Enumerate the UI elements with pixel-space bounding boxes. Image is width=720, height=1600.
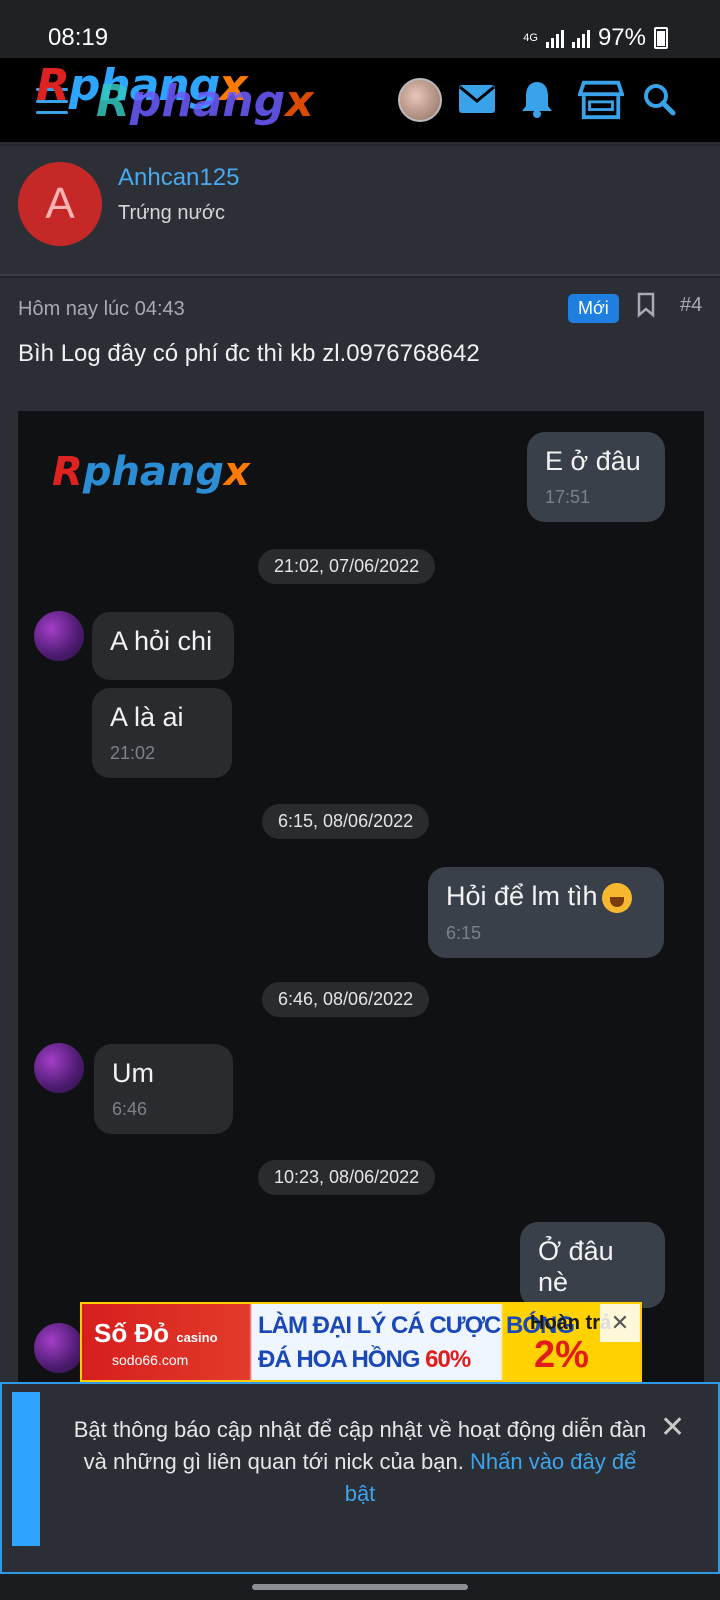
- mail-icon[interactable]: [454, 76, 500, 122]
- status-bar: 08:19 4G 97%: [0, 0, 720, 58]
- ad-close-button[interactable]: ✕: [600, 1304, 640, 1342]
- store-icon[interactable]: [578, 76, 624, 122]
- site-logo-shadow: Rphangx: [96, 76, 314, 127]
- author-name[interactable]: Anhcan125: [118, 164, 239, 192]
- chat-date-chip: 10:23, 08/06/2022: [258, 1160, 436, 1195]
- battery-percent: 97%: [597, 24, 646, 51]
- watermark-logo: Rphangx: [52, 449, 250, 495]
- user-avatar[interactable]: [398, 78, 442, 122]
- ad-site: sodo66.com: [112, 1352, 189, 1368]
- ad-right-label: Hoàn trả: [530, 1312, 612, 1334]
- notice-text: Bật thông báo cập nhật để cập nhật về ho…: [73, 1417, 647, 1506]
- ad-headline-2: ĐÁ HOA HỒNG 60%: [258, 1346, 471, 1373]
- chat-date-chip: 6:46, 08/06/2022: [262, 982, 430, 1017]
- chat-date-chip: 21:02, 07/06/2022: [258, 549, 436, 584]
- network-type: 4G: [523, 32, 538, 44]
- contact-avatar: [34, 611, 84, 661]
- chat-date-chip: 6:15, 08/06/2022: [262, 804, 430, 839]
- chat-bubble-in: Um 6:46: [94, 1044, 233, 1134]
- signal-icon-2: [571, 28, 590, 48]
- chat-bubble-in: A là ai 21:02: [92, 688, 232, 778]
- chat-bubble-out: E ở đâu 17:51: [527, 432, 665, 522]
- post-number[interactable]: #4: [680, 294, 702, 317]
- post-body: Bìh Log đây có phí đc thì kb zl.09767686…: [18, 340, 480, 367]
- contact-avatar: [34, 1323, 84, 1373]
- post-date[interactable]: Hôm nay lúc 04:43: [18, 298, 185, 321]
- signal-icon: [545, 28, 564, 48]
- author-title: Trứng nước: [118, 202, 225, 224]
- home-handle[interactable]: [252, 1584, 468, 1590]
- bookmark-icon[interactable]: [636, 292, 656, 323]
- chat-bubble-out: Ở đâu nè: [520, 1222, 665, 1308]
- notice-accent-bar: [12, 1392, 40, 1546]
- ad-headline-1: LÀM ĐẠI LÝ CÁ CƯỢC BÓNG: [258, 1312, 575, 1339]
- ad-brand: Số Đỏ casino: [94, 1318, 218, 1348]
- notification-prompt: Bật thông báo cập nhật để cập nhật về ho…: [0, 1382, 720, 1574]
- author-avatar[interactable]: A: [18, 162, 102, 246]
- status-indicators: 4G 97%: [523, 24, 668, 52]
- site-header: Rphangx Rphangx: [0, 58, 720, 144]
- system-nav-bar: [0, 1574, 720, 1600]
- new-badge: Mới: [568, 294, 619, 323]
- laughing-emoji-icon: [601, 882, 632, 913]
- ad-banner[interactable]: Số Đỏ casino sodo66.com LÀM ĐẠI LÝ CÁ CƯ…: [80, 1302, 642, 1382]
- contact-avatar: [34, 1043, 84, 1093]
- close-icon[interactable]: ✕: [660, 1410, 685, 1445]
- bell-icon[interactable]: [514, 76, 560, 122]
- status-time: 08:19: [48, 24, 109, 51]
- chat-bubble-out: Hỏi để lm tìh 6:15: [428, 867, 664, 958]
- battery-icon: [654, 27, 668, 49]
- ad-right-value: 2%: [534, 1334, 589, 1376]
- search-icon[interactable]: [636, 76, 682, 122]
- post-author: A Anhcan125 Trứng nước: [0, 146, 720, 276]
- chat-bubble-in: A hỏi chi: [92, 612, 234, 680]
